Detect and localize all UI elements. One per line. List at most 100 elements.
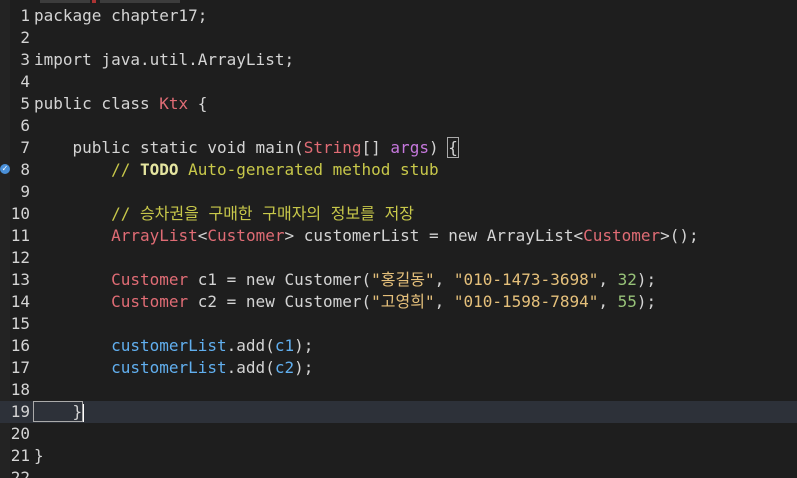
code-token: Customer: [111, 270, 189, 289]
code-token: );: [294, 336, 314, 355]
line-number: 5: [20, 94, 30, 113]
tab-fragment: [100, 0, 180, 3]
code-token: c2 = new Customer(: [188, 292, 372, 311]
code-line-2[interactable]: 2: [0, 27, 797, 49]
code-token: ,: [598, 292, 618, 311]
code-text[interactable]: public static void main(String[] args) {: [34, 137, 459, 159]
code-token: // 승차권을 구매한 구매자의 정보를 저장: [34, 204, 415, 223]
line-number: 19: [10, 402, 30, 421]
code-line-9[interactable]: 9: [0, 181, 797, 203]
code-token: c1 = new Customer(: [188, 270, 372, 289]
line-number: 17: [10, 358, 30, 377]
line-number: 11: [10, 226, 30, 245]
code-token: 32: [617, 270, 637, 289]
task-marker-icon[interactable]: ✓: [0, 164, 10, 174]
code-token: customerList: [111, 336, 227, 355]
code-text[interactable]: package chapter17;: [34, 5, 207, 27]
code-token: .add(: [226, 358, 275, 377]
code-token: public static void main(: [34, 138, 304, 157]
code-line-6[interactable]: 6: [0, 115, 797, 137]
code-text[interactable]: Customer c2 = new Customer("고영희", "010-1…: [34, 291, 656, 313]
text-caret: [83, 403, 85, 422]
code-token: {: [447, 137, 459, 158]
code-line-15[interactable]: 15: [0, 313, 797, 335]
line-number: 9: [20, 182, 30, 201]
code-token: c1: [274, 336, 295, 355]
code-line-8[interactable]: 8 ✓ // TODO Auto-generated method stub: [0, 159, 797, 181]
code-token: "고영희": [371, 292, 435, 311]
code-token: <: [197, 226, 208, 245]
line-number: 7: [20, 138, 30, 157]
code-token: ,: [434, 270, 454, 289]
code-token: );: [636, 292, 657, 311]
code-token: .add(: [226, 336, 275, 355]
code-token: []: [361, 138, 391, 157]
code-token: String: [303, 138, 362, 157]
code-text[interactable]: // TODO Auto-generated method stub: [34, 159, 439, 181]
code-token: args: [390, 138, 429, 157]
code-token: import java.util.ArrayList;: [34, 50, 295, 69]
code-line-5[interactable]: 5 public class Ktx {: [0, 93, 797, 115]
line-number: 22: [10, 468, 30, 478]
code-text[interactable]: }: [34, 445, 44, 467]
code-token: );: [294, 358, 314, 377]
code-line-22[interactable]: 22: [0, 467, 797, 478]
code-line-4[interactable]: 4: [0, 71, 797, 93]
code-line-19[interactable]: 19 }: [0, 401, 797, 423]
code-token: //: [34, 160, 140, 179]
editor-tab-bar-sliver: [0, 0, 797, 4]
code-line-21[interactable]: 21}: [0, 445, 797, 467]
code-text[interactable]: // 승차권을 구매한 구매자의 정보를 저장: [34, 203, 414, 225]
code-token: "010-1473-3698": [453, 270, 599, 289]
code-text[interactable]: ArrayList<Customer> customerList = new A…: [34, 225, 699, 247]
code-token: Customer: [111, 292, 189, 311]
code-line-20[interactable]: 20: [0, 423, 797, 445]
code-line-12[interactable]: 12: [0, 247, 797, 269]
code-line-7[interactable]: 7 public static void main(String[] args)…: [0, 137, 797, 159]
code-token: {: [188, 94, 208, 113]
code-editor[interactable]: 1 package chapter17; 2 3 import java.util.Ar…: [0, 0, 797, 478]
code-line-3[interactable]: 3 import java.util.ArrayList;: [0, 49, 797, 71]
line-number: 14: [10, 292, 30, 311]
code-line-10[interactable]: 10 // 승차권을 구매한 구매자의 정보를 저장: [0, 203, 797, 225]
code-token: Auto-generated method stub: [178, 160, 439, 179]
code-token: ArrayList: [111, 226, 198, 245]
code-text[interactable]: customerList.add(c1);: [34, 335, 313, 357]
code-line-16[interactable]: 16 customerList.add(c1);: [0, 335, 797, 357]
line-number: 21: [10, 446, 30, 465]
code-text[interactable]: Customer c1 = new Customer("홍길동", "010-1…: [34, 269, 656, 291]
code-line-17[interactable]: 17 customerList.add(c2);: [0, 357, 797, 379]
line-number: 1: [20, 6, 30, 25]
code-text[interactable]: customerList.add(c2);: [34, 357, 313, 379]
code-line-11[interactable]: 11 ArrayList<Customer> customerList = ne…: [0, 225, 797, 247]
code-token: }: [32, 401, 84, 422]
code-line-13[interactable]: 13 Customer c1 = new Customer("홍길동", "01…: [0, 269, 797, 291]
code-line-18[interactable]: 18: [0, 379, 797, 401]
code-text[interactable]: import java.util.ArrayList;: [34, 49, 294, 71]
code-token: package chapter17;: [34, 6, 208, 25]
code-token: "010-1598-7894": [453, 292, 599, 311]
line-number: 16: [10, 336, 30, 355]
code-token: "홍길동": [371, 270, 435, 289]
tab-fragment-marker: [92, 0, 96, 3]
code-token: > customerList = new ArrayList<: [284, 226, 584, 245]
code-line-1[interactable]: 1 package chapter17;: [0, 5, 797, 27]
code-line-14[interactable]: 14 Customer c2 = new Customer("고영희", "01…: [0, 291, 797, 313]
code-token: }: [34, 446, 44, 465]
code-token: customerList: [111, 358, 227, 377]
code-token: ,: [434, 292, 454, 311]
code-text[interactable]: }: [32, 401, 85, 423]
code-token: Ktx: [159, 94, 189, 113]
code-text[interactable]: public class Ktx {: [34, 93, 207, 115]
line-number: 6: [20, 116, 30, 135]
line-number: 13: [10, 270, 30, 289]
line-number: 4: [20, 72, 30, 91]
line-number: 2: [20, 28, 30, 47]
code-token: Customer: [207, 226, 285, 245]
code-token: );: [636, 270, 657, 289]
tab-fragment: [40, 0, 90, 3]
